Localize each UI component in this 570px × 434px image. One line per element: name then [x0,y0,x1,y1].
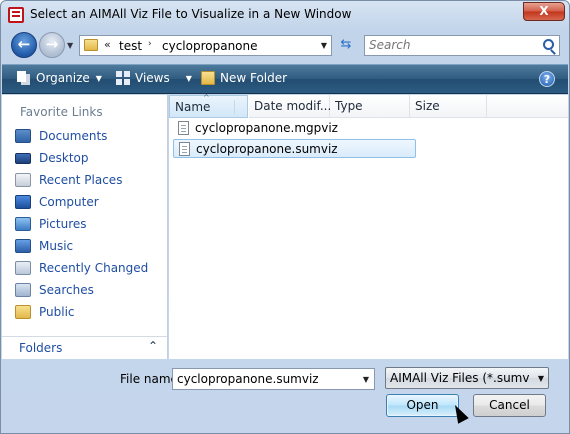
search-icon[interactable] [543,39,554,50]
file-type-filter-select[interactable]: AIMAll Viz Files (*.sumviz *.mgpviz) ▼ [385,367,549,389]
back-button[interactable]: ← [11,32,37,58]
pictures-icon [15,217,31,231]
new-folder-icon [201,71,215,85]
mouse-pointer-icon [449,402,469,424]
help-icon[interactable]: ? [539,71,555,87]
chevron-down-icon: ▼ [95,74,102,83]
column-header-name[interactable]: ^ Name [169,93,248,118]
column-header-date-modified[interactable]: Date modif... [249,95,332,118]
recent-pages-dropdown-icon[interactable]: ▼ [67,41,73,50]
recent-places-icon [15,173,31,187]
column-header-label: Name [175,100,211,114]
sidebar-item-label: Public [39,305,75,319]
chevron-down-icon[interactable]: ▼ [363,375,369,384]
forward-button[interactable]: → [39,32,65,58]
column-header-filler [487,95,568,118]
file-name: cyclopropanone.sumviz [196,142,338,156]
chevron-down-icon[interactable]: ▼ [186,74,192,83]
column-header-label: Type [335,99,363,113]
file-name-input[interactable]: cyclopropanone.sumviz ▼ [172,368,375,390]
address-row: ← → ▼ « test › cyclopropanone ▼ ⇆ [1,29,569,63]
column-header-size[interactable]: Size [410,95,487,118]
file-type-filter-value: AIMAll Viz Files (*.sumviz *.mgpviz) [390,371,530,385]
chevron-down-icon: ▼ [537,374,544,383]
sidebar-item-label: Recently Changed [39,261,149,275]
chevron-up-icon: ⌃ [148,339,159,353]
views-label: Views [135,71,170,85]
folder-icon [84,39,98,51]
file-name: cyclopropanone.mgpviz [195,121,338,135]
file-row[interactable]: cyclopropanone.mgpviz [173,119,416,138]
address-bar[interactable]: « test › cyclopropanone ▼ [79,35,332,56]
file-row-selected[interactable]: cyclopropanone.sumviz [173,139,416,158]
sidebar-item-label: Recent Places [39,173,123,187]
command-toolbar: Organize ▼ Views ▼ New Folder ? [2,64,568,94]
refresh-button[interactable]: ⇆ [335,36,357,56]
sidebar-item-label: Computer [39,195,99,209]
breadcrumb-test[interactable]: test [119,39,142,53]
sidebar-item-label: Pictures [39,217,87,231]
sidebar-item-searches[interactable]: Searches [15,281,165,301]
file-icon [179,142,190,156]
file-name-value[interactable]: cyclopropanone.sumviz [177,372,319,386]
column-dropdown-handle[interactable] [234,100,244,114]
file-open-dialog: Select an AIMAll Viz File to Visualize i… [0,0,570,434]
favorite-links-header: Favorite Links [20,105,103,119]
column-header-type[interactable]: Type [330,95,410,118]
sidebar-item-label: Searches [39,283,94,297]
public-folder-icon [15,305,31,319]
new-folder-button[interactable]: New Folder [201,71,287,85]
new-folder-label: New Folder [220,71,288,85]
folders-label: Folders [19,341,63,355]
sidebar-item-recently-changed[interactable]: Recently Changed [15,259,165,279]
file-icon [178,121,189,135]
sidebar-item-label: Music [39,239,74,253]
sidebar-item-documents[interactable]: Documents [15,127,165,147]
refresh-icon: ⇆ [340,37,352,52]
address-dropdown-icon[interactable]: ▼ [321,41,327,50]
views-icon [116,71,130,85]
file-list: ^ Name Date modif... Type Size cycloprop… [169,93,568,359]
window-title: Select an AIMAll Viz File to Visualize i… [30,7,352,21]
breadcrumb-cyclopropanone[interactable]: cyclopropanone [162,39,258,53]
music-icon [15,239,31,253]
breadcrumb-overflow[interactable]: « [104,38,111,51]
computer-icon [15,195,31,209]
search-input[interactable] [369,38,539,52]
organize-icon [17,71,31,85]
forward-arrow-icon: → [45,35,59,53]
navigation-pane: Favorite Links Documents Desktop Recent … [2,95,168,359]
breadcrumb-separator-icon[interactable]: › [148,39,152,49]
desktop-icon [15,153,31,164]
open-button[interactable]: Open [386,394,459,417]
searches-icon [15,283,31,297]
sidebar-item-music[interactable]: Music [15,237,165,257]
documents-icon [15,129,31,143]
organize-button[interactable]: Organize ▼ [17,71,102,85]
sidebar-item-computer[interactable]: Computer [15,193,165,213]
search-box[interactable] [364,35,560,56]
sidebar-item-label: Documents [39,129,108,143]
folders-toggle[interactable]: Folders ⌃ [2,336,167,359]
recently-changed-icon [15,261,31,275]
organize-label: Organize [36,71,90,85]
sidebar-item-pictures[interactable]: Pictures [15,215,165,235]
column-header-label: Size [415,99,440,113]
views-button[interactable]: Views ▼ [116,71,192,85]
sidebar-item-desktop[interactable]: Desktop [15,149,165,169]
close-button[interactable]: X [523,2,565,21]
column-header-label: Date modif... [254,99,332,113]
aimall-app-icon [8,7,24,23]
title-bar[interactable]: Select an AIMAll Viz File to Visualize i… [1,1,569,29]
sidebar-item-label: Desktop [39,151,89,165]
sidebar-item-recent-places[interactable]: Recent Places [15,171,165,191]
sidebar-item-public[interactable]: Public [15,303,165,323]
cancel-button[interactable]: Cancel [473,394,546,417]
back-arrow-icon: ← [17,35,31,53]
